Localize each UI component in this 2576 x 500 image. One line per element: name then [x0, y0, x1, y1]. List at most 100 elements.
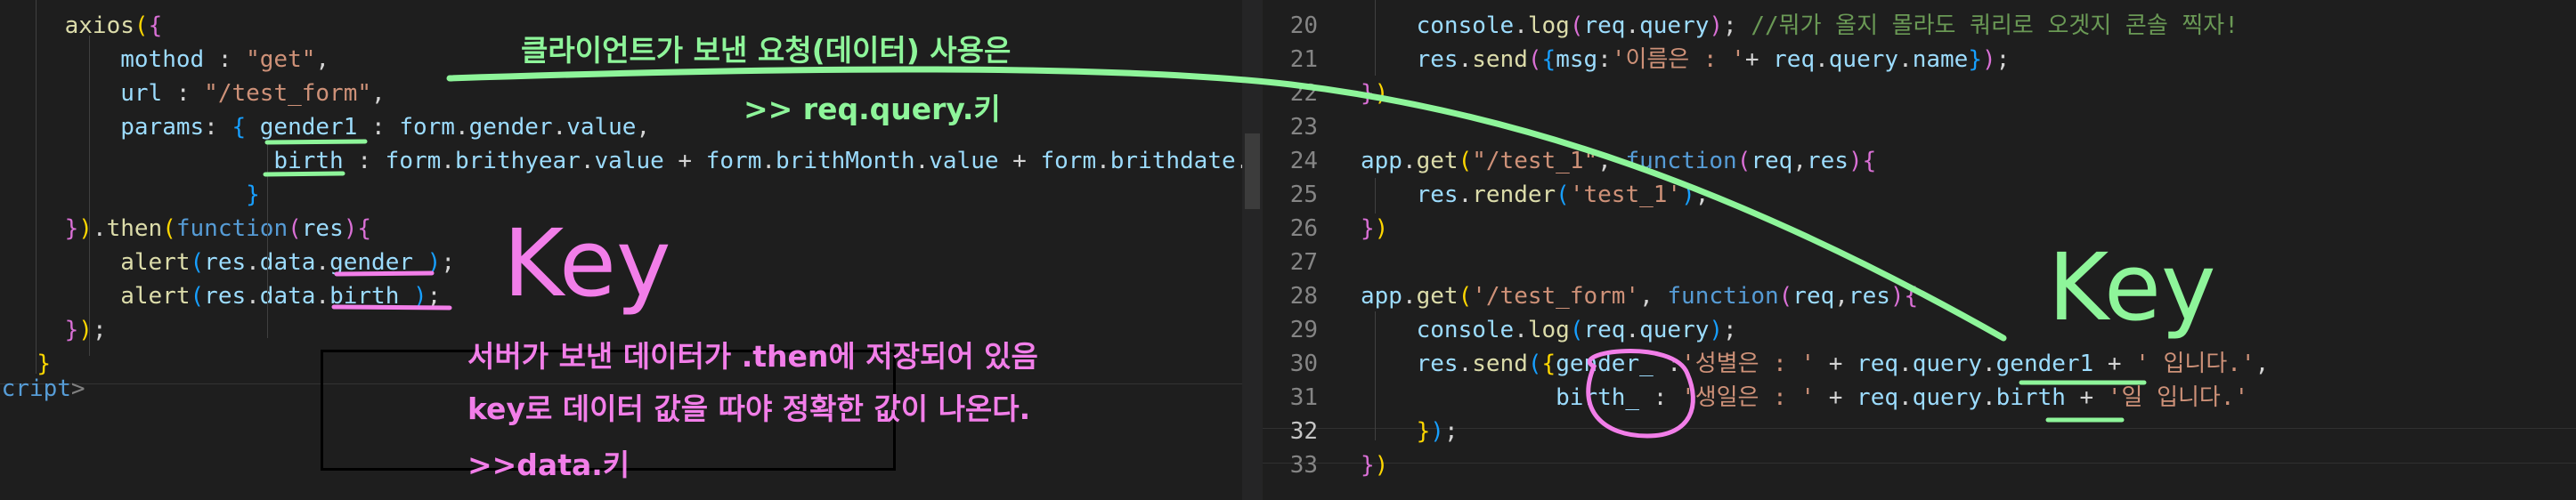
code-token: console [1416, 317, 1515, 343]
code-line[interactable]: alert(res.data.gender_); [9, 246, 455, 279]
code-token: log [1527, 317, 1570, 343]
code-token: log [1527, 12, 1570, 39]
code-token: . [315, 249, 330, 276]
code-token: send [1472, 351, 1528, 377]
code-token: ; [1723, 317, 1737, 343]
code-line[interactable]: 25 res.render('test_1'); [1263, 178, 1710, 212]
code-token: app [1361, 283, 1402, 310]
code-token: . [1898, 46, 1913, 73]
code-token: gender_ [329, 249, 427, 276]
code-token: . [1898, 384, 1913, 411]
code-token: { [1904, 283, 1919, 310]
code-line[interactable]: } [9, 178, 260, 212]
code-line[interactable]: alert(res.data.birth_); [9, 279, 441, 313]
line-number: 21 [1289, 46, 1318, 73]
code-token: params [120, 114, 205, 141]
code-token: "/test_form" [204, 80, 372, 107]
code-token: alert [120, 249, 191, 276]
code-token: ; [1443, 418, 1459, 445]
code-token: form [399, 114, 455, 141]
code-token: , [1639, 283, 1668, 310]
code-line[interactable]: 23 [1263, 110, 1361, 144]
code-token: axios [64, 12, 134, 39]
code-line[interactable]: mothod : "get", [9, 43, 329, 77]
code-line[interactable]: 33}) [1263, 448, 1389, 482]
code-token: ; [441, 249, 455, 276]
code-token: birth_ [329, 283, 413, 310]
code-token: ( [162, 215, 176, 242]
code-token: + [2093, 351, 2136, 377]
code-token: } [1416, 418, 1431, 445]
code-line[interactable]: 26}) [1263, 212, 1389, 246]
code-token: : [343, 148, 386, 174]
scrollbar-thumb[interactable] [1245, 133, 1260, 209]
line-code: }) [1318, 448, 1388, 482]
code-line[interactable]: 32 }); [1263, 415, 1459, 448]
code-token: res [1806, 148, 1849, 174]
line-number: 32 [1289, 418, 1318, 445]
code-token: send [1472, 46, 1528, 73]
code-line[interactable]: 27 [1263, 246, 1361, 279]
code-token: brithyear [454, 148, 581, 174]
code-token: req [1773, 46, 1816, 73]
code-token: res [1416, 181, 1459, 208]
line-code: res.send({msg:'이름은 : '+ req.query.name})… [1318, 43, 2011, 77]
code-token: ; [1723, 12, 1751, 39]
code-token: function [1667, 283, 1779, 310]
code-line[interactable]: 29 console.log(req.query); [1263, 313, 1737, 347]
code-token: { [232, 114, 247, 141]
indent-guide [36, 0, 37, 374]
code-token: birth_ [1556, 384, 1640, 411]
code-line[interactable]: }); [9, 313, 107, 347]
code-line[interactable]: 30 res.send({gender_ :'성별은 : ' + req.que… [1263, 347, 2270, 381]
editor-scrollbar[interactable] [1242, 0, 1263, 500]
line-number: 33 [1289, 452, 1318, 479]
code-token: } [1361, 452, 1375, 479]
code-token: query [1912, 351, 1982, 377]
code-line[interactable]: 31 birth_ : '생일은 : ' + req.query.birth +… [1263, 381, 2248, 415]
code-token: > [70, 375, 85, 402]
code-line[interactable]: params: { gender1 : form.gender.value, [9, 110, 650, 144]
code-token: req [1583, 12, 1626, 39]
code-line[interactable]: birth : form.brithyear.value + form.brit… [9, 144, 1242, 178]
code-token: . [92, 215, 107, 242]
right-editor-pane[interactable]: 20 console.log(req.query); //뭐가 올지 몰라도 쿼… [1263, 0, 2576, 500]
code-token: alert [120, 283, 191, 310]
line-number: 27 [1289, 249, 1318, 276]
code-line[interactable]: 24 app.get("/test_1", function(req,res){ [1263, 144, 1877, 178]
code-token: ) [1709, 317, 1724, 343]
code-line[interactable]: axios({ [9, 9, 163, 43]
code-token: + [1744, 46, 1774, 73]
code-token: birth [273, 148, 344, 174]
code-line[interactable]: 28 app.get('/test_form', function(req,res… [1263, 279, 1919, 313]
code-line[interactable]: script> [0, 372, 85, 406]
code-token: ( [1569, 317, 1584, 343]
code-line[interactable]: url : "/test_form", [9, 77, 385, 110]
code-token: ) [1374, 452, 1389, 479]
line-number: 28 [1289, 283, 1318, 310]
code-token: { [1862, 148, 1877, 174]
indent-guide [267, 142, 268, 338]
code-token: ) [1374, 215, 1389, 242]
code-line[interactable]: }).then(function(res){ [9, 212, 371, 246]
line-number: 20 [1289, 12, 1318, 39]
code-token: , [636, 114, 651, 141]
code-token: console [1416, 12, 1515, 39]
code-token: , [1834, 283, 1849, 310]
code-token: . [1981, 384, 1996, 411]
line-code: app.get('/test_form', function(req,res){ [1318, 279, 1918, 313]
code-token: res [1848, 283, 1890, 310]
code-line[interactable]: 20 console.log(req.query); //뭐가 올지 몰라도 쿼… [1263, 9, 2239, 43]
code-token: req [1751, 148, 1793, 174]
code-token: brithdate [1109, 148, 1236, 174]
code-token: ) [1709, 12, 1724, 39]
code-token: ; [92, 317, 107, 343]
code-line[interactable]: 22}) [1263, 77, 1389, 110]
code-token: '일 입니다.' [2107, 384, 2249, 411]
code-token: : [204, 46, 247, 73]
line-code: app.get("/test_1", function(req,res){ [1318, 144, 1876, 178]
